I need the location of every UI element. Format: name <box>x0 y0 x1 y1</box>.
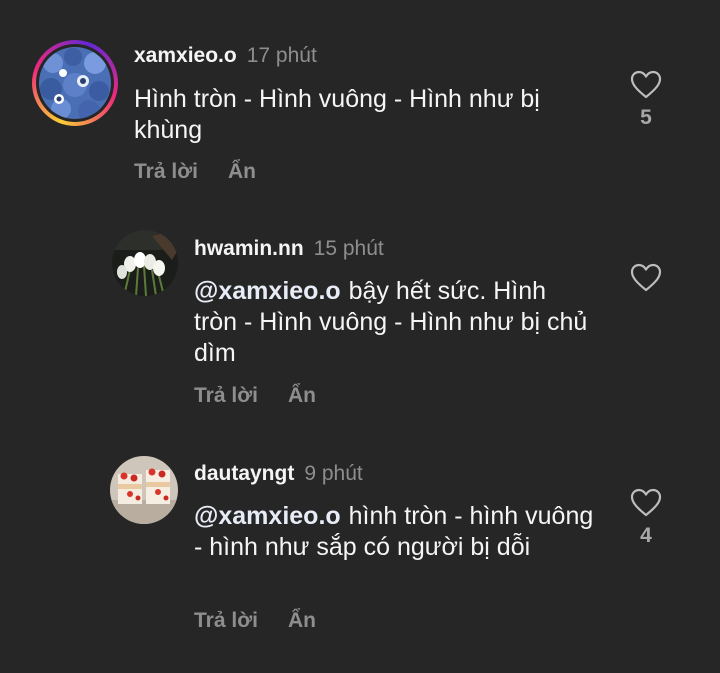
like-count[interactable]: 5 <box>626 106 666 130</box>
avatar[interactable] <box>39 47 111 119</box>
heart-outline-icon[interactable] <box>626 488 666 518</box>
comment-body: Hình tròn - Hình vuông - Hình như bị khù… <box>134 85 540 144</box>
mention-link[interactable]: @xamxieo.o <box>194 502 341 530</box>
like-control <box>626 263 666 299</box>
mention-link[interactable]: @xamxieo.o <box>194 277 341 305</box>
avatar[interactable] <box>112 230 178 296</box>
timestamp: 15 phút <box>313 237 384 260</box>
comment-header: xamxieo.o 17 phút <box>134 44 317 68</box>
comment-header: hwamin.nn 15 phút <box>194 237 384 261</box>
reply-button[interactable]: Trả lời <box>194 384 258 407</box>
username[interactable]: hwamin.nn <box>194 237 304 260</box>
like-control: 4 <box>626 488 666 548</box>
reply-item: dautayngt 9 phút @xamxieo.o hình tròn - hì… <box>0 430 720 673</box>
comment-actions: Trả lời Ẩn <box>194 384 316 408</box>
like-count[interactable]: 4 <box>626 524 666 548</box>
comment-actions: Trả lời Ẩn <box>134 160 256 184</box>
avatar[interactable] <box>110 456 178 524</box>
comment-text: @xamxieo.o hình tròn - hình vuông - hình … <box>194 501 594 563</box>
hide-button[interactable]: Ẩn <box>228 160 256 183</box>
story-ring[interactable] <box>32 40 118 126</box>
comment-actions: Trả lời Ẩn <box>194 609 316 633</box>
timestamp: 9 phút <box>304 462 363 485</box>
comment-text: @xamxieo.o bậy hết sức. Hình tròn - Hình … <box>194 276 594 369</box>
heart-outline-icon[interactable] <box>626 70 666 100</box>
hide-button[interactable]: Ẩn <box>288 609 316 632</box>
heart-outline-icon[interactable] <box>626 263 666 293</box>
comment-item: xamxieo.o 17 phút Hình tròn - Hình vuông … <box>0 0 720 200</box>
hide-button[interactable]: Ẩn <box>288 384 316 407</box>
comment-text: Hình tròn - Hình vuông - Hình như bị khù… <box>134 84 574 146</box>
reply-button[interactable]: Trả lời <box>194 609 258 632</box>
comment-header: dautayngt 9 phút <box>194 462 363 486</box>
reply-item: hwamin.nn 15 phút @xamxieo.o bậy hết sức. … <box>0 200 720 430</box>
like-control: 5 <box>626 70 666 130</box>
username[interactable]: dautayngt <box>194 462 294 485</box>
username[interactable]: xamxieo.o <box>134 44 237 67</box>
timestamp: 17 phút <box>246 44 317 67</box>
reply-button[interactable]: Trả lời <box>134 160 198 183</box>
